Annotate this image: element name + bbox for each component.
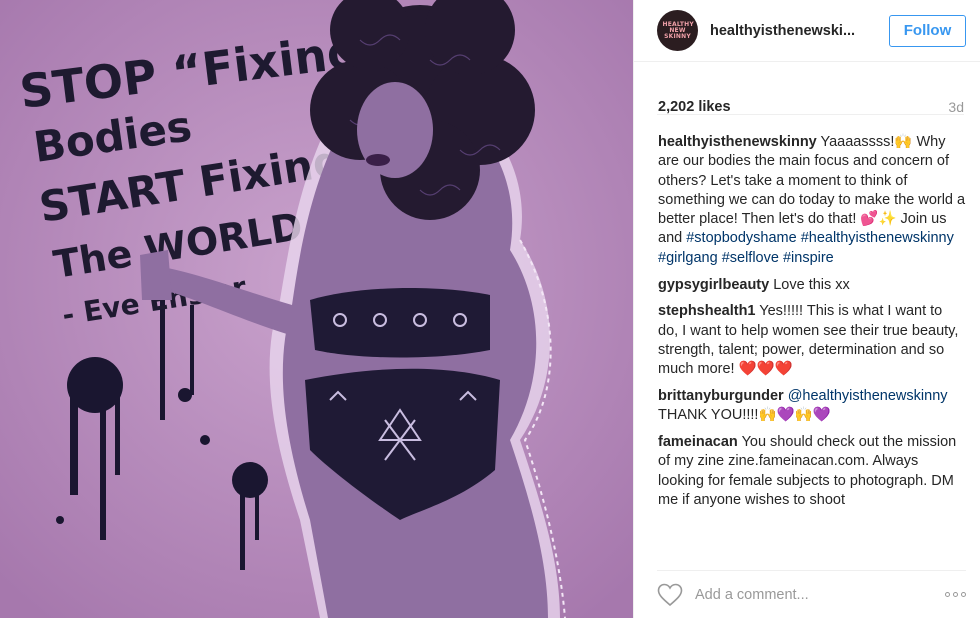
- follow-button[interactable]: Follow: [889, 14, 966, 47]
- comment-item: stephshealth1 Yes!!!!! This is what I wa…: [658, 302, 966, 379]
- more-options-icon[interactable]: [945, 592, 966, 597]
- hashtag-link[interactable]: @healthyisthenewskinny: [788, 388, 948, 404]
- post-stats: 2,202 likes 3d: [634, 82, 980, 132]
- post-timestamp[interactable]: 3d: [948, 99, 964, 115]
- comment-username[interactable]: brittanyburgunder: [658, 388, 784, 404]
- likes-count[interactable]: 2,202 likes: [658, 99, 731, 115]
- instagram-post: STOP “Fixing” Bodies START Fixing The WO…: [0, 0, 980, 618]
- comments-list: healthyisthenewskinny Yaaaassss!🙌 Why ar…: [658, 133, 966, 518]
- avatar[interactable]: HEALTHY NEW SKINNY: [657, 10, 698, 51]
- comment-username[interactable]: healthyisthenewskinny: [658, 134, 817, 150]
- comment-item: gypsygirlbeauty Love this xx: [658, 276, 966, 295]
- more-dot: [945, 592, 950, 597]
- post-details-panel: HEALTHY NEW SKINNY healthyisthenewski...…: [633, 0, 980, 618]
- post-header: HEALTHY NEW SKINNY healthyisthenewski...…: [634, 0, 980, 62]
- hashtag-link[interactable]: #stopbodyshame: [686, 230, 796, 246]
- comment-text: THANK YOU!!!!🙌💜🙌💜: [658, 407, 831, 424]
- post-image[interactable]: STOP “Fixing” Bodies START Fixing The WO…: [0, 0, 633, 618]
- author-username[interactable]: healthyisthenewski...: [710, 23, 868, 39]
- hashtag-link[interactable]: #selflove: [722, 250, 779, 266]
- hashtag-link[interactable]: #inspire: [783, 250, 834, 266]
- illustration: STOP “Fixing” Bodies START Fixing The WO…: [0, 0, 633, 618]
- avatar-logo-text: HEALTHY NEW SKINNY: [662, 20, 694, 40]
- comment-item: fameinacan You should check out the miss…: [658, 433, 966, 510]
- add-comment-input[interactable]: [695, 586, 915, 603]
- comment-username[interactable]: stephshealth1: [658, 303, 756, 319]
- divider: [657, 114, 964, 115]
- comment-item: brittanyburgunder @healthyisthenewskinny…: [658, 387, 966, 426]
- comment-item: healthyisthenewskinny Yaaaassss!🙌 Why ar…: [658, 133, 966, 268]
- more-dot: [953, 592, 958, 597]
- hashtag-link[interactable]: #healthyisthenewskinny: [801, 230, 954, 246]
- post-footer: [657, 570, 966, 618]
- heart-outline-icon[interactable]: [657, 583, 683, 607]
- hashtag-link[interactable]: #girlgang: [658, 250, 718, 266]
- comment-text: Love this xx: [769, 276, 850, 293]
- more-dot: [961, 592, 966, 597]
- comment-username[interactable]: fameinacan: [658, 434, 738, 450]
- comment-username[interactable]: gypsygirlbeauty: [658, 277, 769, 293]
